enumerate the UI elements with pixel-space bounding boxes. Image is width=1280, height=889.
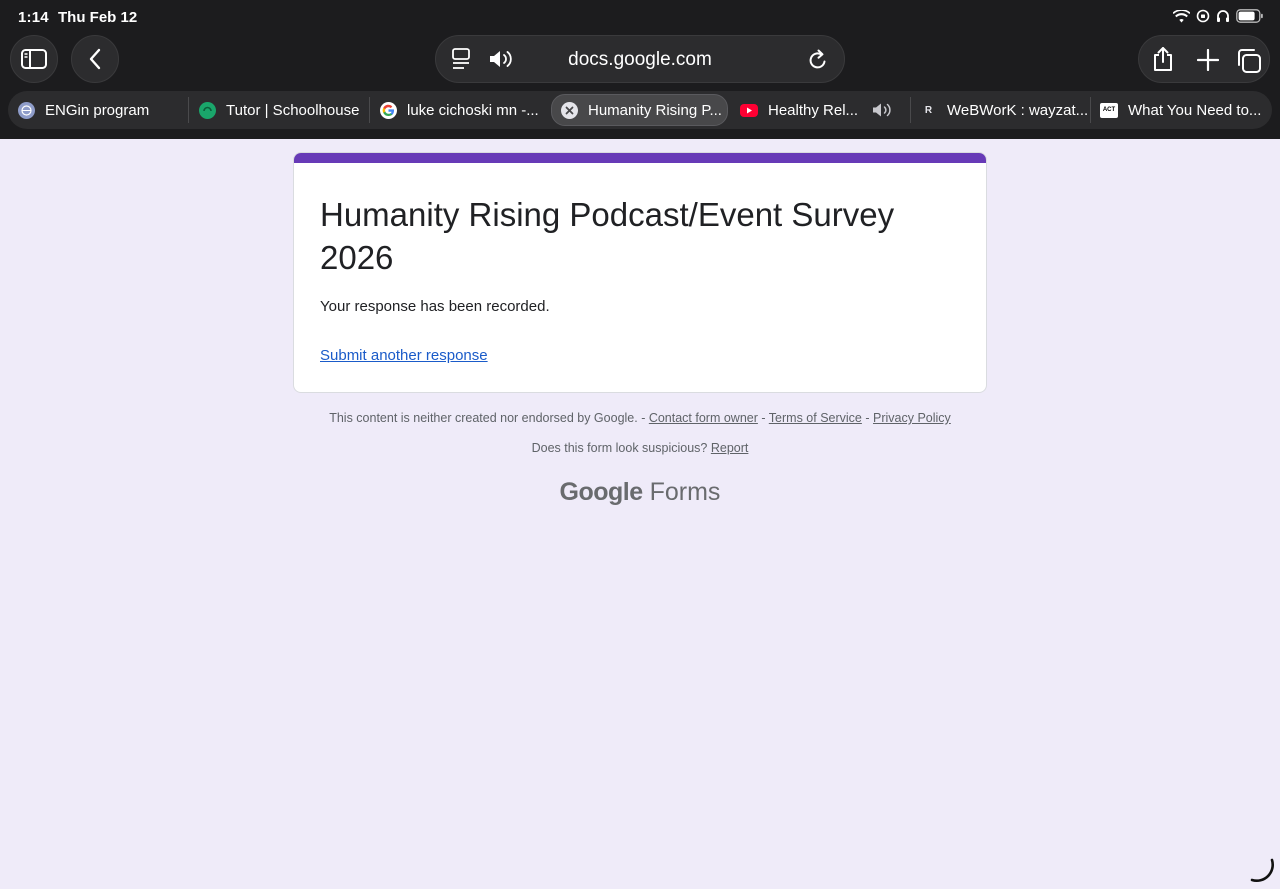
status-bar: 1:14 Thu Feb 12 xyxy=(0,0,1280,34)
speaker-icon[interactable] xyxy=(872,103,892,117)
confirmation-message: Your response has been recorded. xyxy=(320,298,550,315)
disclaimer-text: This content is neither created nor endo… xyxy=(329,411,638,425)
suspicious-text: Does this form look suspicious? xyxy=(531,441,708,455)
globe-icon xyxy=(18,101,35,119)
new-tab-icon[interactable] xyxy=(1197,49,1219,71)
back-button[interactable] xyxy=(71,35,119,83)
url-text[interactable]: docs.google.com xyxy=(436,49,844,71)
tab-bar: ENGin program Tutor | Schoolhouse luke c… xyxy=(8,91,1272,129)
toolbar-actions xyxy=(1138,35,1270,83)
tab-separator xyxy=(188,97,189,123)
google-forms-logo[interactable]: Google Forms xyxy=(0,478,1280,507)
tab-healthy-rel[interactable]: Healthy Rel... xyxy=(740,91,908,129)
browser-chrome: 1:14 Thu Feb 12 docs.google.com ENGin pr… xyxy=(0,0,1280,139)
tab-title: Humanity Rising P... xyxy=(588,101,722,119)
close-icon[interactable] xyxy=(561,101,578,119)
r-favicon-icon: R xyxy=(924,104,933,116)
share-icon[interactable] xyxy=(1152,46,1174,72)
brand-google: Google xyxy=(559,478,644,506)
tab-title: Tutor | Schoolhouse xyxy=(226,101,360,119)
status-time: 1:14 xyxy=(18,9,49,26)
terms-of-service-link[interactable]: Terms of Service xyxy=(769,411,862,425)
battery-icon xyxy=(1236,9,1263,23)
card-accent-bar xyxy=(294,153,986,163)
sidebar-button[interactable] xyxy=(10,35,58,83)
status-icons xyxy=(1173,9,1264,23)
privacy-policy-link[interactable]: Privacy Policy xyxy=(873,411,951,425)
submit-another-response-link[interactable]: Submit another response xyxy=(320,347,488,364)
tab-title: What You Need to... xyxy=(1128,101,1262,119)
youtube-icon xyxy=(740,103,758,117)
tab-title: luke cichoski mn -... xyxy=(407,101,539,119)
address-bar[interactable]: docs.google.com xyxy=(435,35,845,83)
tab-separator xyxy=(1090,97,1091,123)
loading-spinner-icon xyxy=(1250,858,1274,882)
sidebar-icon xyxy=(21,49,47,69)
google-icon xyxy=(380,101,397,119)
tab-humanity-rising[interactable]: Humanity Rising P... xyxy=(551,94,728,126)
form-title: Humanity Rising Podcast/Event Survey 202… xyxy=(320,196,895,276)
tab-schoolhouse[interactable]: Tutor | Schoolhouse xyxy=(199,91,369,129)
schoolhouse-icon xyxy=(199,101,216,119)
tab-engin[interactable]: ENGin program xyxy=(18,91,188,129)
tab-webwork[interactable]: R WeBWorK : wayzat... xyxy=(920,91,1090,129)
chevron-left-icon xyxy=(89,48,101,70)
browser-toolbar: docs.google.com xyxy=(0,34,1280,84)
contact-form-owner-link[interactable]: Contact form owner xyxy=(649,411,758,425)
report-link[interactable]: Report xyxy=(711,441,749,455)
headphones-icon xyxy=(1217,10,1229,22)
tab-google-search[interactable]: luke cichoski mn -... xyxy=(380,91,550,129)
footer-disclaimer: This content is neither created nor endo… xyxy=(329,411,951,425)
status-date: Thu Feb 12 xyxy=(58,9,138,26)
act-favicon-icon: ACT xyxy=(1100,102,1118,118)
reload-icon[interactable] xyxy=(808,49,828,71)
footer-report: Does this form look suspicious? Report xyxy=(0,441,1280,455)
tab-title: ENGin program xyxy=(45,101,150,119)
form-confirmation-card: Humanity Rising Podcast/Event Survey 202… xyxy=(293,152,987,393)
wifi-icon xyxy=(1173,9,1190,22)
tab-separator xyxy=(910,97,911,123)
tab-title: WeBWorK : wayzat... xyxy=(947,101,1089,119)
tab-act[interactable]: ACT What You Need to... xyxy=(1100,91,1268,129)
brand-forms: Forms xyxy=(649,478,721,506)
orientation-lock-icon xyxy=(1196,9,1210,23)
tab-title: Healthy Rel... xyxy=(768,101,859,119)
tabs-overview-icon[interactable] xyxy=(1236,48,1262,74)
tab-separator xyxy=(369,97,370,123)
